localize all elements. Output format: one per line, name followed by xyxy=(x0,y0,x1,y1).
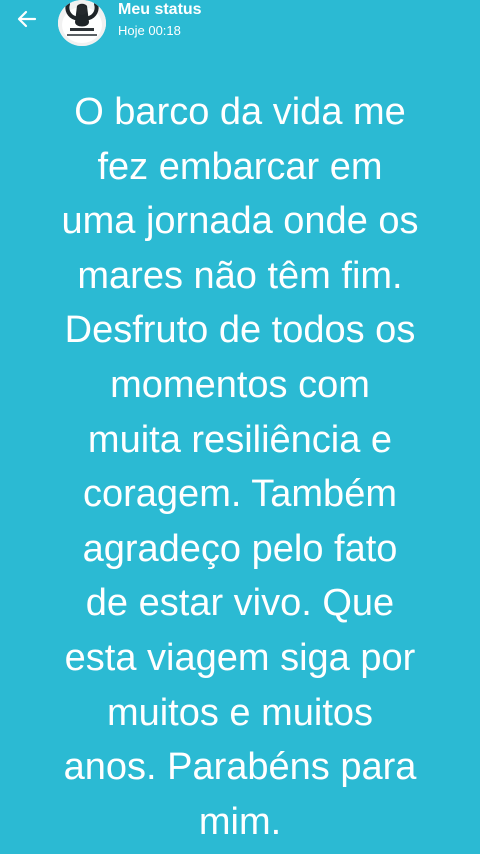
status-header-text: Meu status Hoje 00:18 xyxy=(118,0,202,39)
status-line: fez embarcar em xyxy=(97,145,383,188)
status-line: uma jornada onde os xyxy=(61,200,419,243)
status-owner: Meu status xyxy=(118,1,202,18)
avatar[interactable] xyxy=(58,0,106,46)
status-line: mares não têm fim. xyxy=(77,254,403,297)
status-line: O barco da vida me xyxy=(74,91,406,133)
profile-photo-icon xyxy=(58,0,106,46)
arrow-left-icon xyxy=(17,10,37,28)
status-line: de estar vivo. Que xyxy=(85,582,395,625)
status-time: Hoje 00:18 xyxy=(118,23,181,38)
status-line: Desfruto de todos os xyxy=(64,309,416,352)
status-line: muita resiliência e xyxy=(87,418,393,461)
status-header: Meu status Hoje 00:18 xyxy=(0,0,480,46)
status-line: esta viagem siga por xyxy=(64,636,416,679)
status-line: anos. Parabéns para xyxy=(63,746,417,789)
status-line: muitos e muitos xyxy=(106,691,374,734)
status-line: agradeço pelo fato xyxy=(82,527,398,570)
status-message: O barco da vida me fez embarcar em uma j… xyxy=(8,85,472,849)
status-line: coragem. Também xyxy=(83,473,397,516)
back-button[interactable] xyxy=(8,3,46,35)
status-line: momentos com xyxy=(110,363,370,406)
status-screen[interactable]: Meu status Hoje 00:18 O barco da vida me… xyxy=(0,0,480,854)
status-line: mim. xyxy=(198,800,282,843)
